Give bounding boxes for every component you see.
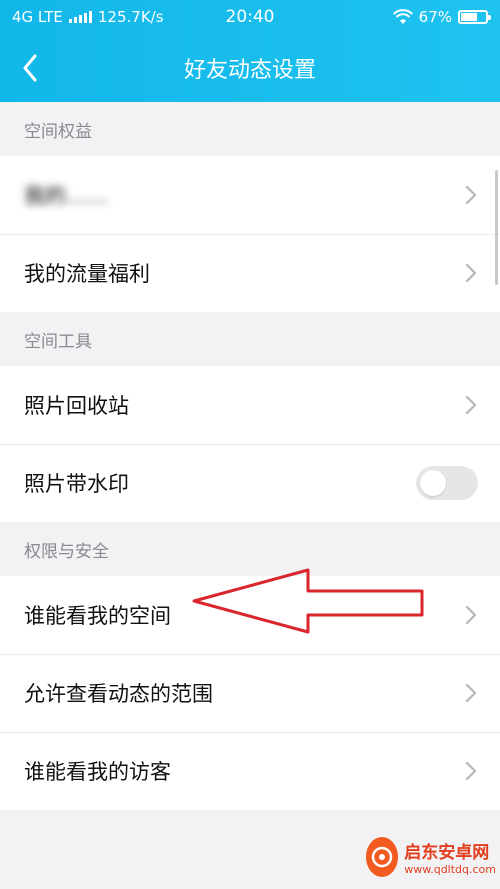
watermark-text: 启东安卓网 www.qdltdq.com: [404, 838, 496, 876]
settings-row-label: 照片回收站: [24, 394, 129, 418]
watermark: 启东安卓网 www.qdltdq.com: [366, 829, 496, 885]
settings-row-label: 谁能看我的空间: [24, 604, 171, 628]
signal-icon: [68, 11, 92, 23]
status-right: 67%: [392, 8, 491, 26]
watermark-toggle[interactable]: [416, 466, 478, 500]
status-time: 20:40: [225, 7, 275, 27]
watermark-url: www.qdltdq.com: [404, 863, 496, 876]
settings-row[interactable]: 我的……: [0, 156, 500, 234]
settings-row[interactable]: 照片回收站: [0, 366, 500, 444]
settings-row[interactable]: 允许查看动态的范围: [0, 654, 500, 732]
battery-percent: 67%: [418, 8, 452, 26]
watermark-title: 启东安卓网: [404, 843, 490, 863]
status-left: 4G LTE 125.7K/s: [12, 8, 164, 26]
toggle-knob: [420, 470, 446, 496]
network-speed: 125.7K/s: [97, 8, 164, 26]
settings-row-label: 我的流量福利: [24, 262, 150, 286]
chevron-right-icon: [465, 263, 477, 283]
chevron-left-icon: [23, 54, 37, 82]
page-title: 好友动态设置: [183, 58, 316, 83]
chevron-right-icon: [465, 605, 477, 625]
settings-row-label: 我的……: [24, 184, 108, 208]
settings-row[interactable]: 我的流量福利: [0, 234, 500, 312]
scrollbar[interactable]: [495, 170, 498, 285]
section-header: 空间工具: [0, 312, 500, 366]
section-header: 权限与安全: [0, 522, 500, 576]
watermark-logo-icon: [366, 837, 399, 877]
settings-row-label: 照片带水印: [24, 472, 129, 496]
wifi-icon: [392, 9, 413, 24]
settings-list: 空间权益我的…… 我的流量福利空间工具照片回收站照片带水印权限与安全谁能看我的空间…: [0, 102, 500, 810]
back-button[interactable]: [8, 46, 52, 90]
chevron-right-icon: [465, 395, 477, 415]
section-header: 空间权益: [0, 102, 500, 156]
nav-bar: 好友动态设置: [0, 34, 500, 102]
chevron-right-icon: [465, 761, 477, 781]
status-bar: 4G LTE 125.7K/s 20:40 67%: [0, 0, 500, 34]
settings-row-label: 谁能看我的访客: [24, 760, 171, 784]
settings-row[interactable]: 谁能看我的空间: [0, 576, 500, 654]
chevron-right-icon: [465, 185, 477, 205]
settings-row[interactable]: 照片带水印: [0, 444, 500, 522]
settings-row-label: 允许查看动态的范围: [24, 682, 213, 706]
chevron-right-icon: [465, 683, 477, 703]
settings-row[interactable]: 谁能看我的访客: [0, 732, 500, 810]
battery-icon: [458, 10, 491, 24]
network-type: 4G LTE: [12, 8, 63, 26]
